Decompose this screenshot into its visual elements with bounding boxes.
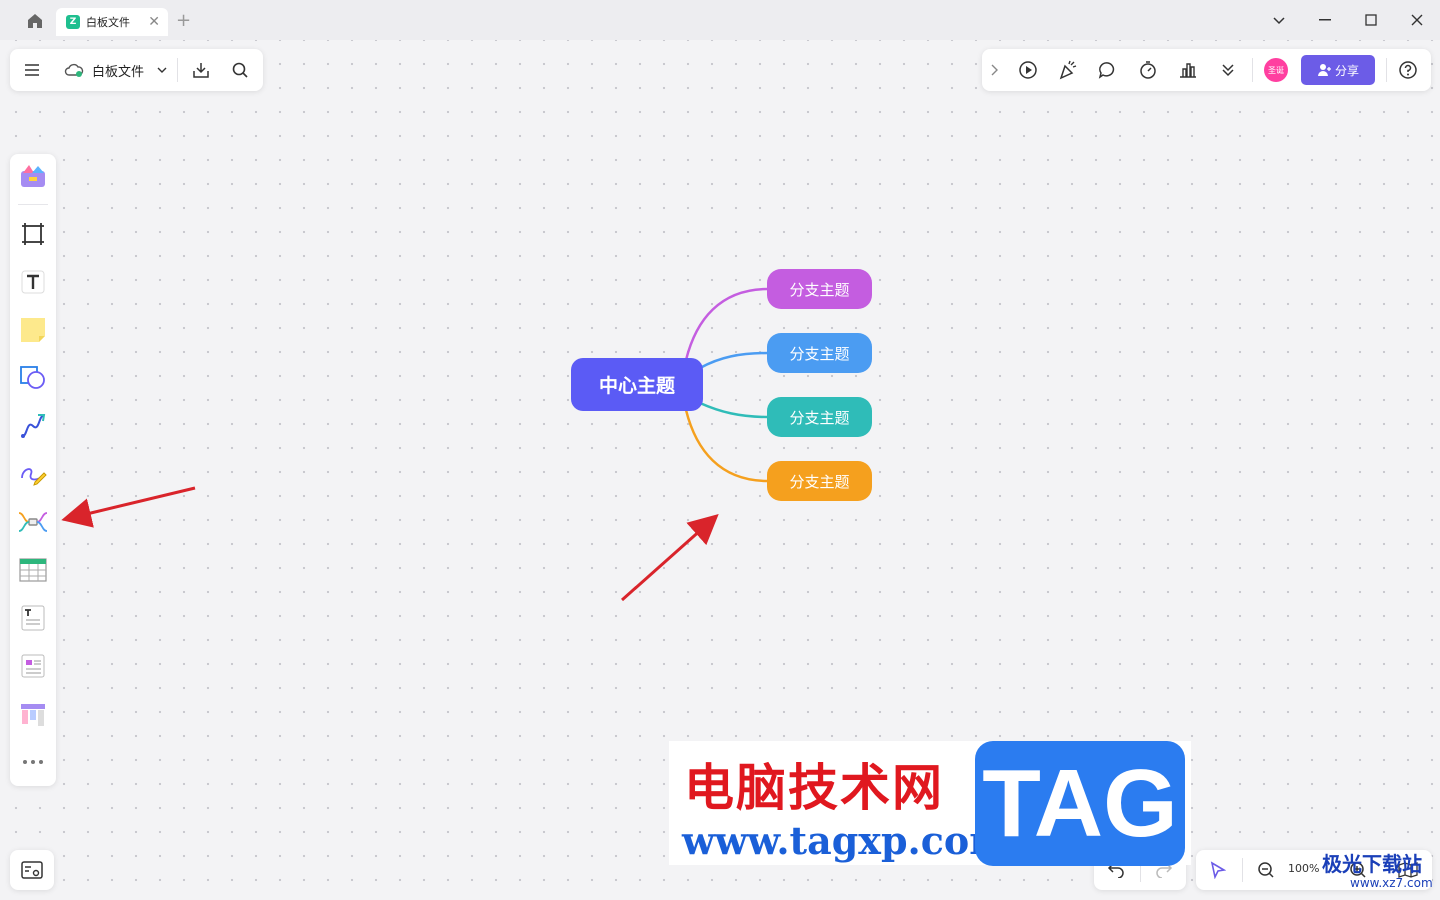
connector-branch-1 (684, 287, 769, 361)
zoom-level[interactable]: 100% (1288, 862, 1319, 875)
text-tool-icon[interactable] (17, 266, 49, 298)
search-icon[interactable] (226, 56, 254, 84)
close-window-button[interactable] (1405, 10, 1429, 30)
watermark-url: www.tagxp.com (682, 818, 1010, 863)
watermark-title: 电脑技术网 (684, 759, 944, 817)
pen-tool-icon[interactable] (17, 458, 49, 490)
mindmap-center-node[interactable]: 中心主题 (571, 358, 703, 411)
minimize-button[interactable] (1313, 10, 1337, 30)
tab-whiteboard-file[interactable]: Z 白板文件 ✕ (56, 8, 168, 36)
celebrate-icon[interactable] (1054, 56, 1082, 84)
arrow-to-mindmap (621, 514, 719, 602)
present-play-icon[interactable] (1014, 56, 1042, 84)
avatar[interactable]: 圣诞 (1264, 58, 1288, 82)
minimap-icon (21, 861, 43, 879)
timer-icon[interactable] (1134, 56, 1162, 84)
table-tool-icon[interactable] (17, 554, 49, 586)
download-icon[interactable] (187, 56, 215, 84)
select-pointer-icon[interactable] (1204, 856, 1232, 884)
comment-icon[interactable] (1094, 56, 1122, 84)
kanban-tool-icon[interactable] (17, 698, 49, 730)
add-user-icon (1317, 64, 1331, 76)
corner-watermark-url: www.xz7.com (1350, 876, 1433, 890)
arrow-to-mindmap-tool (61, 486, 196, 528)
file-dropdown-icon[interactable] (155, 56, 169, 84)
shape-tool-icon[interactable] (17, 362, 49, 394)
divider (1252, 58, 1253, 82)
connector-branch-3 (699, 401, 769, 419)
mindmap-branch-node[interactable]: 分支主题 (767, 333, 872, 373)
close-tab-icon[interactable]: ✕ (148, 14, 160, 30)
more-tools-icon[interactable] (1214, 56, 1242, 84)
connector-branch-4 (684, 409, 769, 483)
zoom-out-icon[interactable] (1252, 856, 1280, 884)
help-icon[interactable] (1394, 56, 1422, 84)
divider (1386, 58, 1387, 82)
connector-branch-2 (699, 351, 769, 370)
text-block-icon[interactable] (17, 602, 49, 634)
home-icon[interactable] (24, 10, 46, 32)
mindmap-branch-node[interactable]: 分支主题 (767, 269, 872, 309)
share-button[interactable]: 分享 (1301, 55, 1375, 85)
more-icon[interactable] (17, 746, 49, 778)
maximize-button[interactable] (1359, 10, 1383, 30)
new-tab-button[interactable]: + (176, 10, 191, 31)
collapse-chevron-icon[interactable] (984, 56, 1004, 84)
cloud-sync-icon (60, 56, 88, 84)
file-toolbar: 白板文件 (10, 49, 263, 91)
mindmap-branch-node[interactable]: 分支主题 (767, 461, 872, 501)
corner-watermark-title: 极光下载站 (1322, 852, 1422, 876)
template-icon[interactable] (17, 160, 49, 192)
menu-icon[interactable] (18, 56, 46, 84)
card-tool-icon[interactable] (17, 650, 49, 682)
mindmap-branch-node[interactable]: 分支主题 (767, 397, 872, 437)
frame-tool-icon[interactable] (17, 218, 49, 250)
sticky-note-icon[interactable] (17, 314, 49, 346)
file-name[interactable]: 白板文件 (92, 61, 144, 80)
left-toolbar (10, 154, 56, 786)
collaboration-toolbar: 圣诞 分享 (982, 49, 1431, 91)
chevron-down-icon[interactable] (1267, 10, 1291, 30)
app-logo-icon: Z (66, 15, 80, 29)
vote-icon[interactable] (1174, 56, 1202, 84)
tab-title: 白板文件 (86, 16, 130, 29)
share-label: 分享 (1334, 63, 1359, 78)
mindmap-tool-icon[interactable] (17, 506, 49, 538)
watermark-tag-logo: TAG (975, 741, 1185, 866)
minimap-button[interactable] (10, 850, 54, 890)
divider (177, 58, 178, 82)
connector-tool-icon[interactable] (17, 410, 49, 442)
title-bar: Z 白板文件 ✕ + (0, 0, 1440, 40)
